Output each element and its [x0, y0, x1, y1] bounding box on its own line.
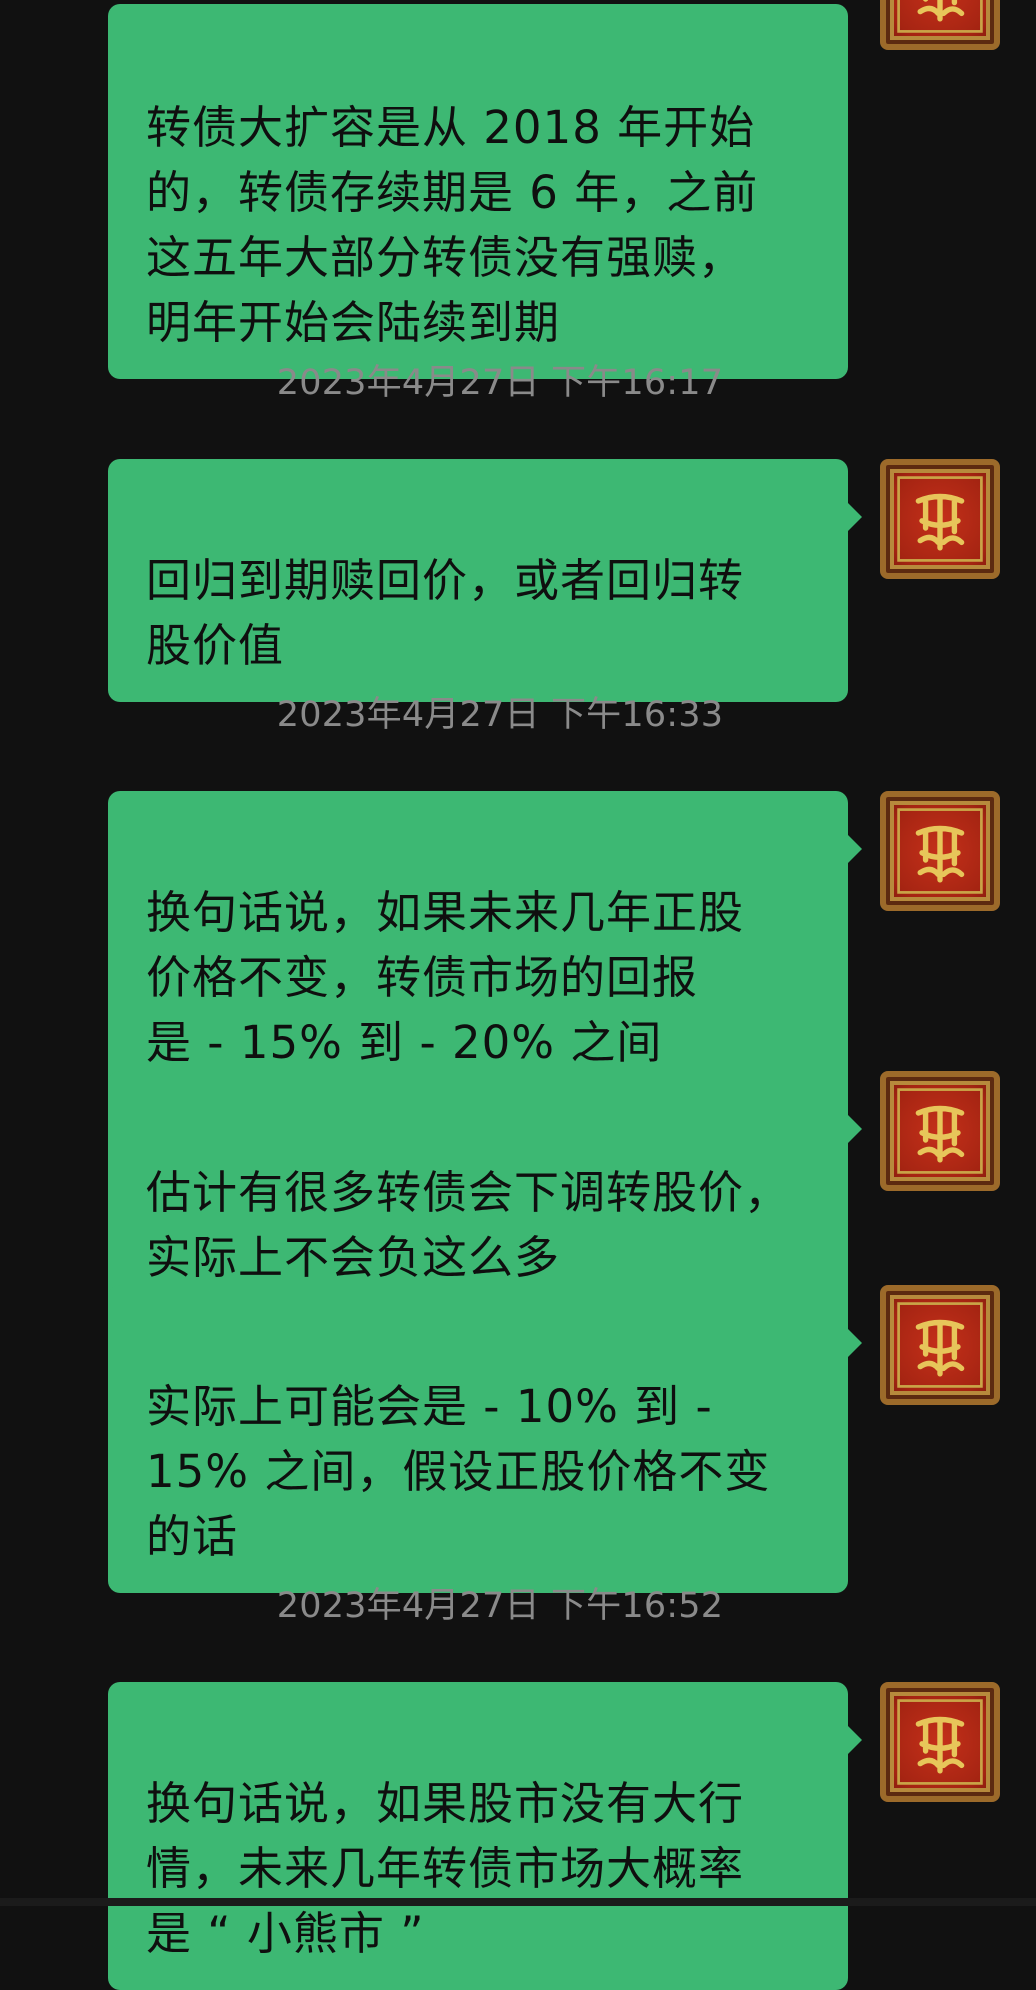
message-bubble[interactable]: 回归到期赎回价，或者回归转 股价值 — [108, 459, 862, 702]
message-bubble[interactable]: 转债大扩容是从 2018 年开始 的，转债存续期是 6 年，之前 这五年大部分转… — [108, 4, 848, 379]
message-text: 换句话说，如果未来几年正股 价格不变，转债市场的回报 是 - 15% 到 - 2… — [146, 886, 745, 1069]
seal-avatar-icon — [897, 1088, 983, 1174]
chat-history[interactable]: 转债大扩容是从 2018 年开始 的，转债存续期是 6 年，之前 这五年大部分转… — [0, 0, 1036, 1990]
seal-avatar-icon — [897, 808, 983, 894]
contact-avatar[interactable] — [880, 1071, 1000, 1191]
message-text: 估计有很多转债会下调转股价， 实际上不会负这么多 — [146, 1166, 791, 1284]
message-bubble[interactable]: 换句话说，如果未来几年正股 价格不变，转债市场的回报 是 - 15% 到 - 2… — [108, 791, 862, 1099]
seal-avatar-icon — [897, 1699, 983, 1785]
message-text: 回归到期赎回价，或者回归转 股价值 — [146, 554, 745, 672]
message-text: 转债大扩容是从 2018 年开始 的，转债存续期是 6 年，之前 这五年大部分转… — [146, 101, 759, 349]
message-timestamp: 2023年4月27日 下午16:52 — [276, 1586, 724, 1626]
bottom-edge-bar — [0, 1898, 1036, 1906]
contact-avatar[interactable] — [880, 791, 1000, 911]
message-bubble[interactable]: 估计有很多转债会下调转股价， 实际上不会负这么多 — [108, 1071, 862, 1314]
message-timestamp: 2023年4月27日 下午16:33 — [276, 695, 724, 735]
contact-avatar[interactable] — [880, 1682, 1000, 1802]
seal-avatar-icon — [897, 476, 983, 562]
seal-avatar-icon — [897, 1302, 983, 1388]
contact-avatar[interactable] — [880, 1285, 1000, 1405]
message-text: 实际上可能会是 - 10% 到 - 15% 之间，假设正股价格不变 的话 — [146, 1380, 771, 1563]
seal-avatar-icon — [897, 0, 983, 33]
contact-avatar[interactable] — [880, 0, 1000, 50]
message-timestamp: 2023年4月27日 下午16:17 — [276, 363, 724, 403]
message-bubble[interactable]: 实际上可能会是 - 10% 到 - 15% 之间，假设正股价格不变 的话 — [108, 1285, 862, 1593]
contact-avatar[interactable] — [880, 459, 1000, 579]
message-bubble[interactable]: 换句话说，如果股市没有大行 情，未来几年转债市场大概率 是 “ 小熊市 ” — [108, 1682, 862, 1990]
message-text: 换句话说，如果股市没有大行 情，未来几年转债市场大概率 是 “ 小熊市 ” — [146, 1777, 745, 1960]
